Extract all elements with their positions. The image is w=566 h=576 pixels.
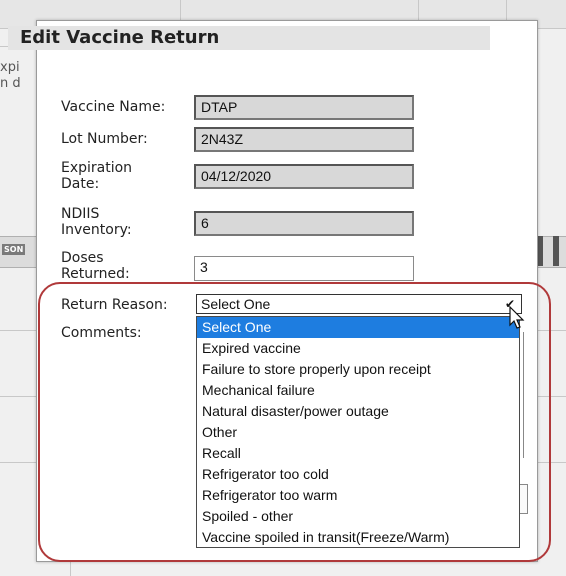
dropdown-option[interactable]: Spoiled - other (197, 506, 519, 527)
background-text: xpi (0, 60, 20, 75)
dropdown-option[interactable]: Refrigerator too cold (197, 464, 519, 485)
ndiis-inventory-label: NDIIS Inventory: (61, 206, 132, 238)
return-reason-label: Return Reason: (61, 297, 168, 313)
background-divider (0, 330, 36, 331)
dropdown-option[interactable]: Failure to store properly upon receipt (197, 359, 519, 380)
ndiis-inventory-field: 6 (194, 211, 414, 236)
doses-returned-label-line2: Returned: (61, 266, 130, 282)
ndiis-inventory-label-line2: Inventory: (61, 222, 132, 238)
mouse-cursor-icon (509, 306, 525, 329)
background-divider (0, 462, 36, 463)
dialog-title: Edit Vaccine Return (8, 26, 490, 50)
return-reason-select[interactable]: Select One ✔ (196, 294, 522, 314)
background-divider (0, 396, 36, 397)
dropdown-option[interactable]: Mechanical failure (197, 380, 519, 401)
doses-returned-label: Doses Returned: (61, 250, 130, 282)
dropdown-option[interactable]: Select One (197, 317, 519, 338)
dropdown-option[interactable]: Expired vaccine (197, 338, 519, 359)
ndiis-inventory-label-line1: NDIIS (61, 206, 100, 222)
expiration-date-label-line1: Expiration (61, 160, 133, 176)
background-divider (536, 396, 566, 397)
dropdown-option[interactable]: Other (197, 422, 519, 443)
vaccine-name-field: DTAP (194, 95, 414, 120)
return-reason-dropdown-list: Select One Expired vaccine Failure to st… (196, 316, 520, 548)
dropdown-option[interactable]: Refrigerator too warm (197, 485, 519, 506)
background-text: n d (0, 76, 21, 91)
vaccine-name-label: Vaccine Name: (61, 99, 166, 115)
dropdown-option[interactable]: Natural disaster/power outage (197, 401, 519, 422)
dropdown-option[interactable]: Vaccine spoiled in transit(Freeze/Warm) (197, 527, 519, 548)
doses-returned-input[interactable]: 3 (194, 256, 414, 281)
lot-number-field: 2N43Z (194, 127, 414, 152)
background-column-label: SON (2, 244, 26, 255)
expiration-date-label: Expiration Date: (61, 160, 132, 192)
background-divider (536, 462, 566, 463)
expiration-date-field: 04/12/2020 (194, 164, 414, 189)
background-divider (536, 330, 566, 331)
background-column-divider (553, 236, 559, 266)
lot-number-label: Lot Number: (61, 131, 148, 147)
dropdown-option[interactable]: Recall (197, 443, 519, 464)
return-reason-selected-value: Select One (201, 296, 271, 312)
doses-returned-label-line1: Doses (61, 250, 104, 266)
comments-label: Comments: (61, 325, 142, 341)
expiration-date-label-line2: Date: (61, 176, 100, 192)
